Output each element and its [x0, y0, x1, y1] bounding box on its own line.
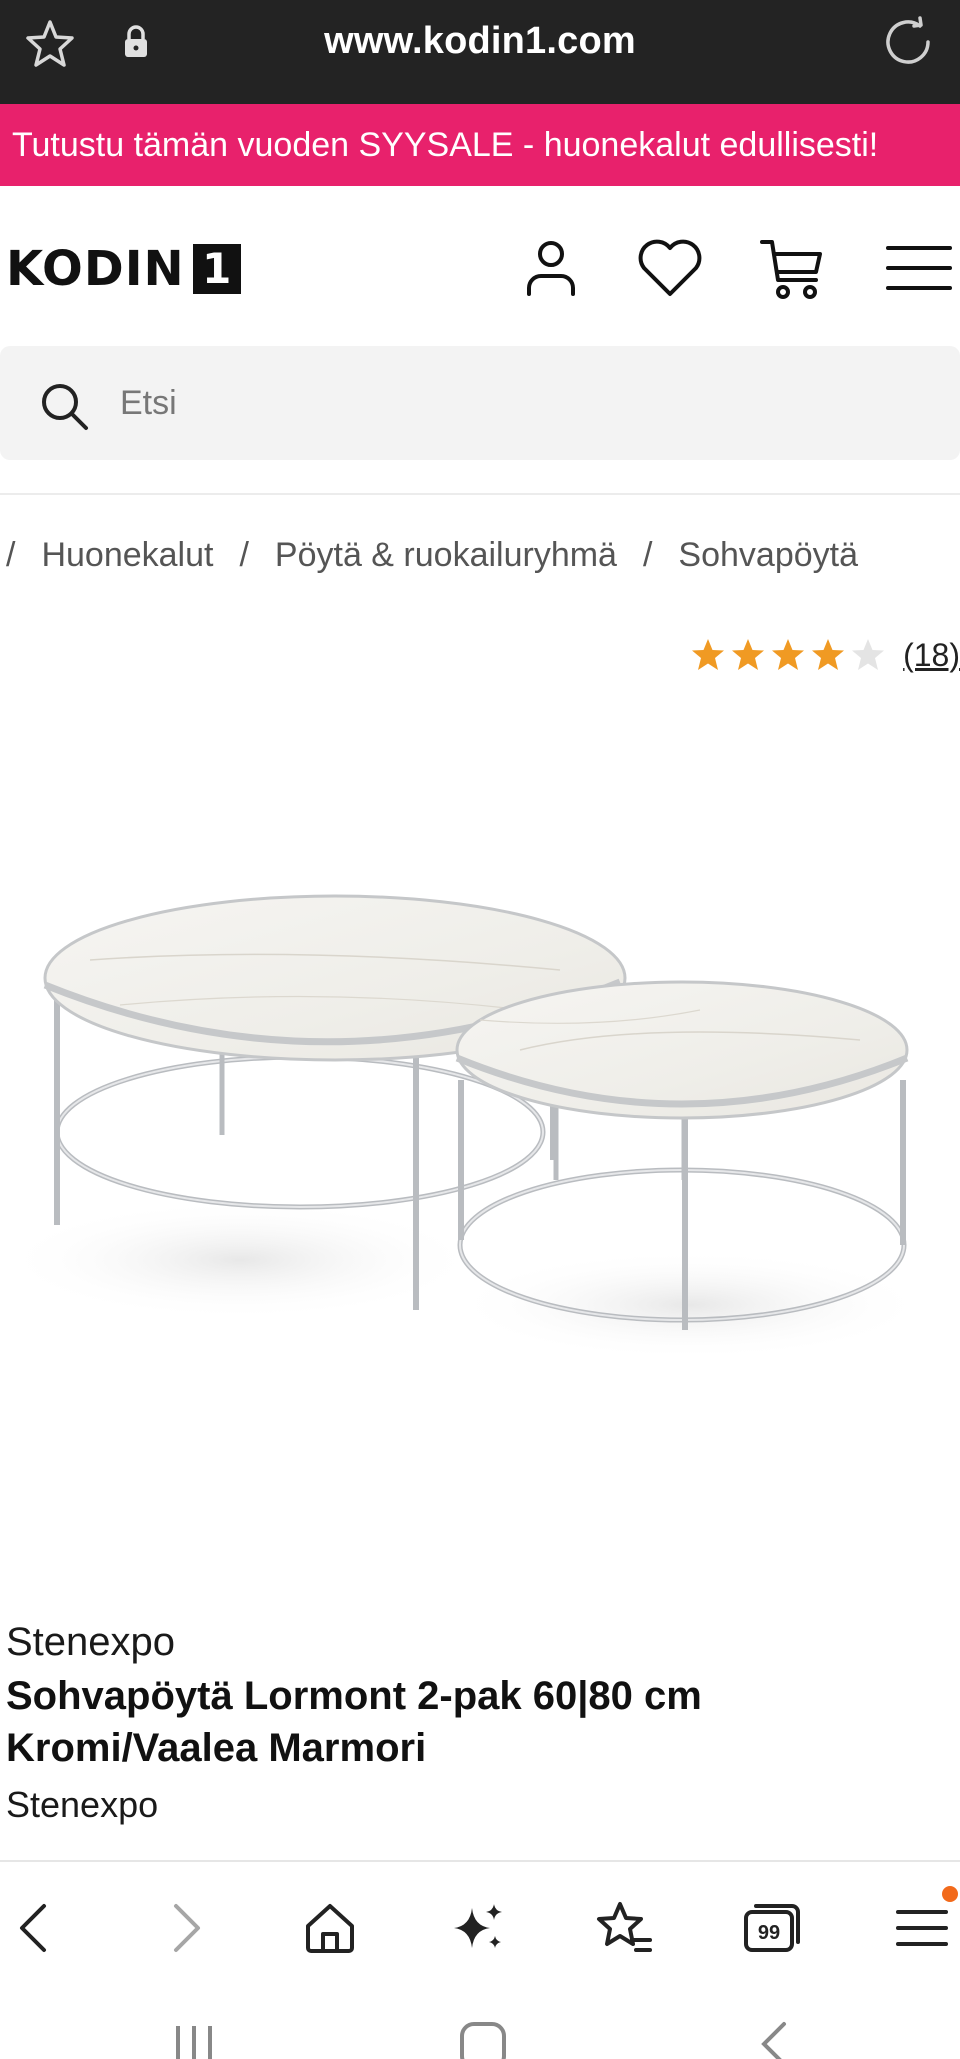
- browser-menu-icon[interactable]: [892, 1898, 952, 1958]
- site-header: KODIN 1: [0, 186, 960, 346]
- home-nav-icon[interactable]: [458, 2020, 508, 2059]
- forward-icon[interactable]: [156, 1898, 216, 1958]
- product-image[interactable]: [0, 720, 960, 1580]
- back-icon[interactable]: [4, 1898, 64, 1958]
- recent-apps-icon[interactable]: [170, 2020, 220, 2059]
- search-icon: [42, 384, 88, 430]
- ai-sparkle-icon[interactable]: [448, 1898, 508, 1958]
- browser-address-bar: www.kodin1.com: [0, 0, 960, 104]
- url-text[interactable]: www.kodin1.com: [0, 20, 960, 63]
- product-brand-secondary[interactable]: Stenexpo: [6, 1784, 158, 1826]
- product-rating[interactable]: (18): [689, 630, 960, 680]
- star-filled-icon: [772, 639, 805, 670]
- promo-banner[interactable]: Tutustu tämän vuoden SYYSALE - huonekalu…: [0, 104, 960, 186]
- home-icon[interactable]: [300, 1898, 360, 1958]
- wishlist-heart-icon[interactable]: [634, 232, 706, 304]
- account-icon[interactable]: [515, 232, 587, 304]
- logo-text: KODIN: [6, 241, 185, 297]
- browser-toolbar: 99: [0, 1860, 960, 1990]
- search-input[interactable]: [120, 374, 920, 432]
- search-bar: [0, 346, 960, 460]
- breadcrumb-separator: /: [239, 536, 249, 574]
- star-filled-icon: [732, 639, 765, 670]
- divider: [0, 493, 960, 495]
- tabs-count: 99: [758, 1922, 780, 1944]
- reload-icon[interactable]: [880, 14, 936, 70]
- breadcrumb-item-huonekalut[interactable]: Huonekalut: [41, 536, 213, 575]
- cart-icon[interactable]: [756, 232, 828, 304]
- notification-dot: [942, 1886, 958, 1902]
- menu-icon[interactable]: [882, 232, 954, 304]
- star-filled-icon: [812, 639, 845, 670]
- product-title: Sohvapöytä Lormont 2-pak 60|80 cm Kromi/…: [6, 1674, 702, 1770]
- system-nav-bar: [0, 1990, 960, 2059]
- bookmarks-icon[interactable]: [594, 1898, 654, 1958]
- breadcrumb: / Huonekalut / Pöytä & ruokailuryhmä / Sohvap…: [6, 536, 858, 588]
- tabs-icon[interactable]: 99: [742, 1898, 802, 1958]
- logo-number: 1: [192, 244, 241, 294]
- breadcrumb-item-sohvapoyta[interactable]: Sohvapöytä: [678, 536, 858, 575]
- breadcrumb-separator: /: [6, 536, 16, 574]
- back-nav-icon[interactable]: [750, 2020, 800, 2059]
- review-count[interactable]: (18): [903, 637, 960, 674]
- star-filled-icon: [692, 639, 725, 670]
- product-brand[interactable]: Stenexpo: [6, 1620, 175, 1665]
- kodin1-logo[interactable]: KODIN 1: [6, 244, 241, 294]
- breadcrumb-separator: /: [642, 536, 653, 574]
- breadcrumb-item-poyta[interactable]: Pöytä & ruokailuryhmä: [275, 536, 617, 575]
- star-empty-icon: [852, 639, 885, 670]
